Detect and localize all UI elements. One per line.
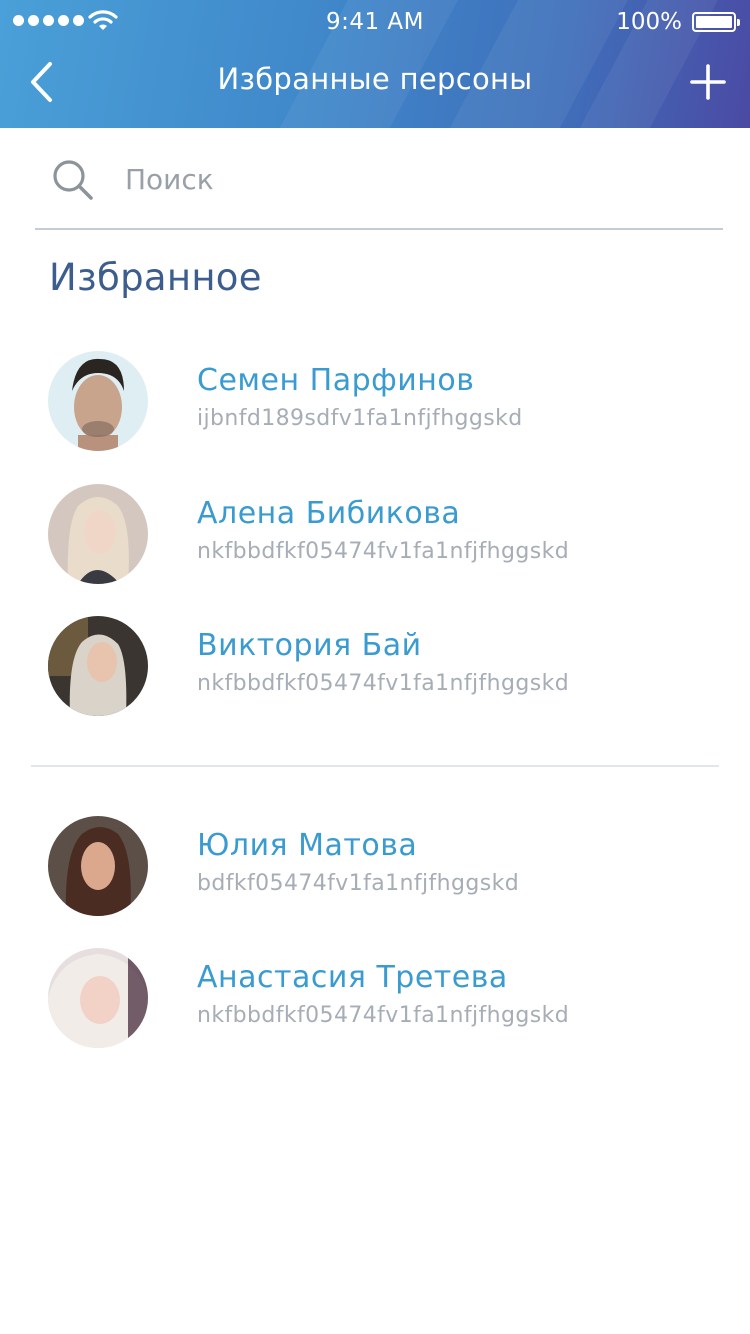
search-bar [35, 128, 723, 230]
avatar [48, 948, 148, 1048]
section-divider [31, 765, 719, 767]
person-name: Юлия Матова [197, 828, 418, 863]
battery-icon [692, 12, 740, 32]
favorites-section-title: Избранное [49, 256, 262, 299]
avatar [48, 484, 148, 584]
person-id: ijbnfd189sdfv1fa1nfjfhggskd [197, 406, 523, 431]
person-list-item[interactable]: Юлия Матова bdfkf05474fv1fa1nfjfhggskd [48, 816, 728, 920]
person-name: Алена Бибикова [197, 496, 461, 531]
person-id: bdfkf05474fv1fa1nfjfhggskd [197, 871, 520, 896]
person-list-item[interactable]: Алена Бибикова nkfbbdfkf05474fv1fa1nfjfh… [48, 484, 728, 588]
search-icon [53, 160, 93, 200]
battery-percentage: 100% [616, 9, 682, 35]
avatar [48, 816, 148, 916]
search-input[interactable] [123, 156, 687, 202]
plus-icon [690, 64, 726, 100]
person-id: nkfbbdfkf05474fv1fa1nfjfhggskd [197, 1003, 570, 1028]
person-name: Семен Парфинов [197, 363, 475, 398]
page-title: Избранные персоны [217, 62, 533, 96]
person-name: Анастасия Третева [197, 960, 508, 995]
person-list-item[interactable]: Семен Парфинов ijbnfd189sdfv1fa1nfjfhggs… [48, 351, 728, 455]
navigation-header: 9:41 AM 100% Избранные персоны [0, 0, 750, 128]
person-name: Виктория Бай [197, 628, 422, 663]
status-bar: 9:41 AM 100% [0, 0, 750, 44]
person-list-item[interactable]: Анастасия Третева nkfbbdfkf05474fv1fa1nf… [48, 948, 728, 1052]
avatar [48, 351, 148, 451]
avatar [48, 616, 148, 716]
add-person-button[interactable] [688, 62, 728, 102]
person-list-item[interactable]: Виктория Бай nkfbbdfkf05474fv1fa1nfjfhgg… [48, 616, 728, 720]
person-id: nkfbbdfkf05474fv1fa1nfjfhggskd [197, 671, 570, 696]
person-id: nkfbbdfkf05474fv1fa1nfjfhggskd [197, 539, 570, 564]
